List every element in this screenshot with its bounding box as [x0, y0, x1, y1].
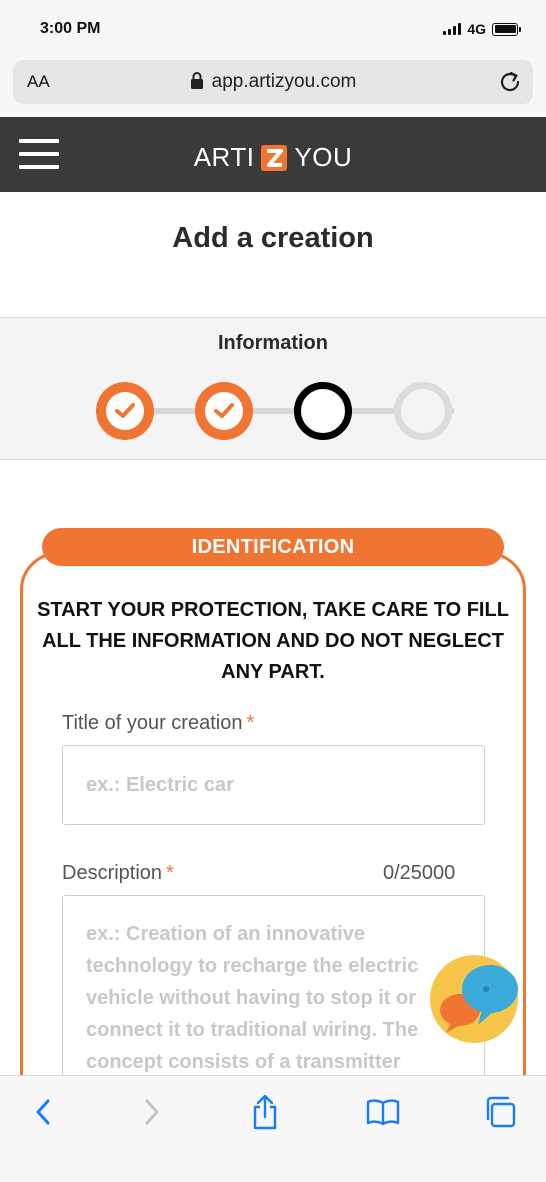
description-field-label: Description * [62, 862, 174, 885]
description-char-counter: 0/25000 [383, 862, 456, 884]
title-input[interactable]: ex.: Electric car [62, 745, 485, 825]
logo-text-right: YOU [294, 142, 353, 172]
artizyou-logo[interactable]: ARTI YOU [0, 142, 546, 173]
forward-icon[interactable] [134, 1094, 170, 1130]
tabs-icon[interactable] [482, 1094, 518, 1130]
logo-z-mark [261, 144, 288, 171]
address-bar[interactable]: AA app.artizyou.com [13, 60, 533, 104]
checkmark-icon [214, 403, 234, 418]
battery-icon [492, 22, 521, 36]
app-header: ARTI YOU [0, 117, 546, 192]
step-2-completed[interactable] [195, 382, 253, 440]
progress-stepper: Information [0, 317, 546, 460]
title-field-label: Title of your creation * [62, 712, 254, 735]
chat-bubbles-icon [440, 965, 518, 1033]
bookmarks-icon[interactable] [365, 1094, 401, 1130]
title-placeholder: ex.: Electric car [86, 774, 234, 796]
stepper-title: Information [218, 332, 328, 354]
logo-text-left: ARTI [193, 142, 255, 172]
network-type: 4G [467, 21, 486, 37]
step-4-pending [394, 382, 452, 440]
browser-toolbar [0, 1075, 546, 1182]
description-label-text: Description [62, 862, 163, 884]
back-icon[interactable] [25, 1094, 61, 1130]
placeholder-line: technology to recharge the electric [86, 955, 419, 977]
status-bar: 3:00 PM 4G [0, 0, 546, 58]
placeholder-line: connect it to traditional wiring. The [86, 1019, 419, 1041]
reload-icon[interactable] [497, 69, 523, 95]
required-marker: * [246, 712, 255, 734]
identification-banner: IDENTIFICATION [42, 528, 504, 566]
placeholder-line: vehicle without having to stop it or [86, 987, 417, 1009]
url-text: app.artizyou.com [211, 71, 357, 92]
step-3-current [294, 382, 352, 440]
required-marker: * [166, 862, 174, 884]
checkmark-icon [115, 403, 135, 418]
signal-icon [443, 23, 462, 35]
status-time: 3:00 PM [40, 20, 101, 37]
description-placeholder: ex.: Creation of an innovative technolog… [86, 918, 418, 1078]
page-title: Add a creation [172, 222, 374, 254]
status-indicators: 4G [443, 21, 521, 37]
lock-icon [190, 72, 203, 89]
url-display[interactable]: app.artizyou.com [13, 71, 533, 93]
step-1-completed[interactable] [96, 382, 154, 440]
identification-intro: START YOUR PROTECTION, TAKE CARE TO FILL… [37, 599, 509, 683]
placeholder-line: ex.: Creation of an innovative [86, 923, 365, 945]
browser-address-area: AA app.artizyou.com [0, 58, 546, 117]
step-track [96, 382, 454, 440]
title-label-text: Title of your creation [62, 712, 243, 734]
share-icon[interactable] [247, 1094, 283, 1130]
chat-button[interactable] [430, 955, 518, 1043]
description-textarea[interactable]: ex.: Creation of an innovative technolog… [62, 895, 485, 1095]
placeholder-line: concept consists of a transmitter [86, 1051, 401, 1073]
